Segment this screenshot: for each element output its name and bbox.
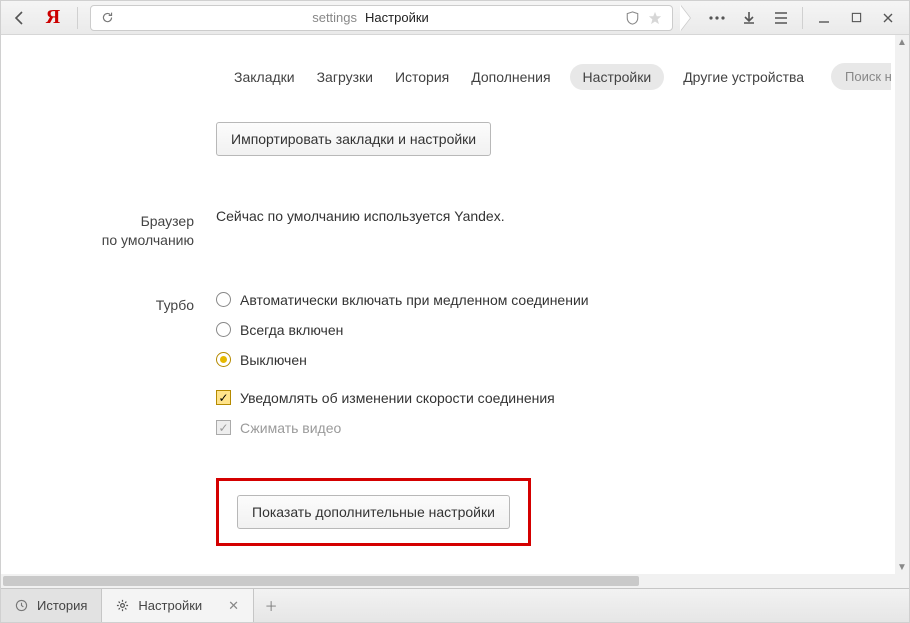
scroll-up-icon[interactable]: ▲: [895, 35, 909, 49]
option-label: Сжимать видео: [240, 420, 341, 436]
radio-icon: [216, 352, 231, 367]
horizontal-scrollbar[interactable]: [1, 574, 909, 588]
new-tab-button[interactable]: ＋: [254, 589, 288, 622]
option-label: Выключен: [240, 352, 307, 368]
window-maximize-button[interactable]: [841, 5, 871, 31]
turbo-option-always[interactable]: Всегда включен: [216, 322, 909, 338]
turbo-label: Турбо: [1, 292, 216, 546]
footer-tab-settings[interactable]: Настройки ✕: [102, 589, 254, 622]
back-button[interactable]: [7, 5, 33, 31]
section-import: Импортировать закладки и настройки: [1, 112, 909, 166]
scroll-down-icon[interactable]: ▼: [895, 560, 909, 574]
reload-icon[interactable]: [99, 11, 115, 24]
gear-icon: [116, 599, 130, 612]
separator: [802, 7, 803, 29]
yandex-logo-icon[interactable]: Я: [41, 6, 65, 30]
window-close-button[interactable]: [873, 5, 903, 31]
tab-strip: История Настройки ✕ ＋: [1, 588, 909, 622]
close-tab-icon[interactable]: ✕: [228, 598, 239, 614]
option-label: Всегда включен: [240, 322, 343, 338]
label-line: по умолчанию: [102, 232, 194, 248]
browser-toolbar: Я settings Настройки: [1, 1, 909, 35]
turbo-compress-checkbox[interactable]: ✓ Сжимать видео: [216, 420, 909, 436]
tab-downloads[interactable]: Загрузки: [317, 69, 373, 85]
import-bookmarks-button[interactable]: Импортировать закладки и настройки: [216, 122, 491, 156]
section-turbo: Турбо Автоматически включать при медленн…: [1, 282, 909, 556]
checkbox-icon: ✓: [216, 390, 231, 405]
page-content: Закладки Загрузки История Дополнения Нас…: [1, 35, 909, 574]
clock-icon: [15, 599, 29, 612]
section-default-browser: Браузер по умолчанию Сейчас по умолчанию…: [1, 198, 909, 260]
downloads-icon[interactable]: [734, 5, 764, 31]
footer-tab-history[interactable]: История: [1, 589, 102, 622]
separator: [77, 7, 78, 29]
tab-devices[interactable]: Другие устройства: [683, 69, 804, 85]
protect-icon[interactable]: [626, 11, 642, 25]
checkbox-icon: ✓: [216, 420, 231, 435]
tab-settings[interactable]: Настройки: [570, 64, 665, 90]
window-minimize-button[interactable]: [809, 5, 839, 31]
highlight-box: Показать дополнительные настройки: [216, 478, 531, 546]
label-line: Браузер: [141, 213, 194, 229]
tab-bookmarks[interactable]: Закладки: [234, 69, 295, 85]
turbo-option-off[interactable]: Выключен: [216, 352, 909, 368]
turbo-option-auto[interactable]: Автоматически включать при медленном сое…: [216, 292, 909, 308]
settings-tabs: Закладки Загрузки История Дополнения Нас…: [234, 35, 909, 108]
bookmark-star-icon[interactable]: [648, 11, 664, 25]
settings-search[interactable]: Поиск н: [831, 63, 891, 90]
tab-addons[interactable]: Дополнения: [471, 69, 550, 85]
show-advanced-button[interactable]: Показать дополнительные настройки: [237, 495, 510, 529]
turbo-notify-checkbox[interactable]: ✓ Уведомлять об изменении скорости соеди…: [216, 390, 909, 406]
radio-icon: [216, 322, 231, 337]
vertical-scrollbar[interactable]: ▲ ▼: [895, 35, 909, 574]
tab-label: История: [37, 598, 87, 613]
option-label: Автоматически включать при медленном сое…: [240, 292, 589, 308]
address-prefix: settings: [312, 10, 357, 25]
default-browser-label: Браузер по умолчанию: [1, 208, 216, 250]
tab-history[interactable]: История: [395, 69, 449, 85]
tab-label: Настройки: [138, 598, 202, 613]
more-icon[interactable]: [702, 5, 732, 31]
scroll-thumb[interactable]: [3, 576, 639, 586]
address-bar[interactable]: settings Настройки: [90, 5, 673, 31]
menu-icon[interactable]: [766, 5, 796, 31]
address-title: Настройки: [365, 10, 429, 25]
default-browser-text: Сейчас по умолчанию используется Yandex.: [216, 208, 505, 224]
address-arrow-icon: [680, 5, 690, 31]
radio-icon: [216, 292, 231, 307]
option-label: Уведомлять об изменении скорости соедине…: [240, 390, 555, 406]
